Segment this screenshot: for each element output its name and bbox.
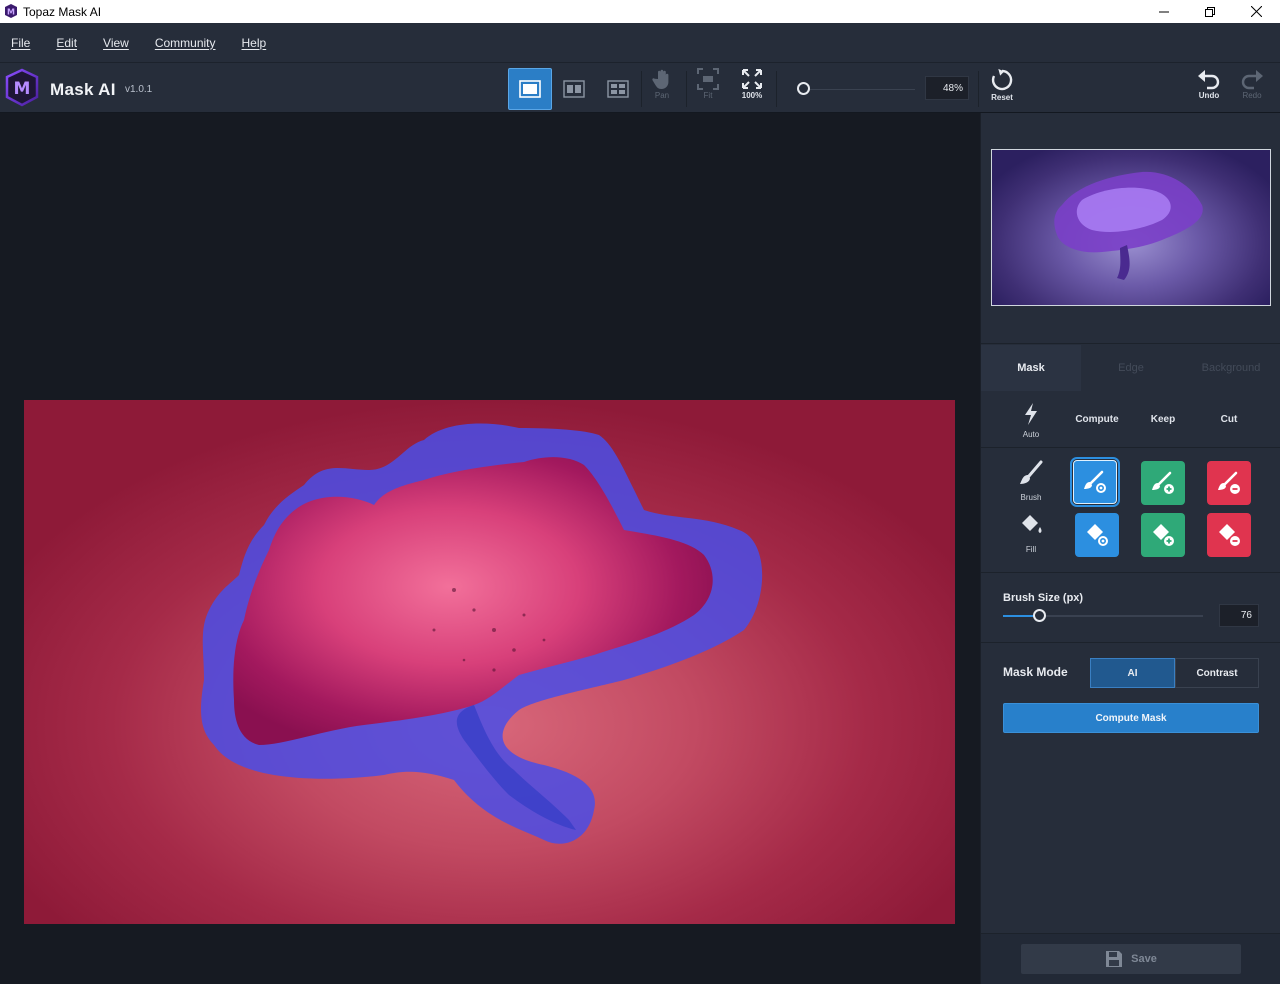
brush-size-slider-knob[interactable] [1032,609,1046,622]
mask-ai-logo: M [5,68,39,107]
cut-column-label: Cut [1220,414,1238,425]
compute-column-label: Compute [1075,414,1119,425]
keep-fill-button[interactable] [1141,513,1185,557]
panel-divider [981,447,1280,448]
window-title: Topaz Mask AI [23,5,102,19]
side-by-side-view-icon [607,80,629,98]
panel-divider [981,642,1280,643]
right-panel: Mask Edge Background Auto Compute Keep C… [980,113,1280,984]
split-view-button[interactable] [552,68,596,110]
pan-button[interactable]: Pan [640,68,684,110]
menu-help[interactable]: Help [235,36,274,50]
mask-overlay [201,423,763,844]
tab-background[interactable]: Background [1181,345,1280,391]
close-button[interactable] [1233,0,1279,23]
zoom-slider-knob[interactable] [797,82,810,95]
side-by-side-view-button[interactable] [596,68,640,110]
save-label: Save [1131,953,1157,965]
auto-label: Auto [1022,430,1040,439]
fill-label: Fill [1025,545,1037,554]
svg-text:M: M [14,79,31,99]
reset-button[interactable]: Reset [980,68,1024,110]
lightning-icon [1025,403,1037,425]
brush-cut-icon [1218,471,1240,494]
preview-image [1054,171,1203,280]
fill-tool[interactable]: Fill [1011,513,1051,557]
fit-icon [697,68,719,90]
brush-size-label: Brush Size (px) [1003,592,1084,604]
single-view-icon [519,80,541,98]
brush-label: Brush [1020,493,1042,502]
app-version: v1.0.1 [125,84,153,95]
redo-label: Redo [1242,91,1262,100]
app-name: Mask AI [50,80,116,99]
fit-button[interactable]: Fit [686,68,730,110]
canvas-area[interactable] [0,113,980,984]
fill-compute-icon [1087,524,1108,546]
cut-fill-button[interactable] [1207,513,1251,557]
brush-compute-icon [1084,470,1106,493]
brush-keep-icon [1152,471,1174,494]
app-icon: M [5,4,17,18]
keep-brush-button[interactable] [1141,461,1185,505]
undo-button[interactable]: Undo [1187,68,1231,110]
menu-edit[interactable]: Edit [49,36,84,50]
auto-button[interactable]: Auto [1011,401,1051,447]
mask-mode-contrast-button[interactable]: Contrast [1175,658,1259,688]
redo-button[interactable]: Redo [1230,68,1274,110]
keep-column-label: Keep [1150,414,1176,425]
tab-edge[interactable]: Edge [1081,345,1181,391]
hand-icon [652,69,669,89]
undo-label: Undo [1198,91,1220,100]
split-view-icon [563,80,585,98]
redo-icon [1241,70,1263,90]
single-view-button[interactable] [508,68,552,110]
pan-label: Pan [654,91,670,100]
menu-view[interactable]: View [96,36,136,50]
brush-icon [1020,460,1043,484]
brush-tool[interactable]: Brush [1011,460,1051,504]
zoom-value-field[interactable]: 48% [925,76,969,100]
undo-icon [1198,70,1220,90]
fit-label: Fit [703,91,713,100]
minimize-button[interactable] [1141,0,1187,23]
title-bar: M Topaz Mask AI [0,0,1280,23]
panel-divider [981,572,1280,573]
panel-tabs: Mask Edge Background [981,345,1280,391]
restore-icon [1205,6,1215,17]
save-button[interactable]: Save [1021,944,1241,974]
svg-text:M: M [7,8,15,17]
mask-mode-label: Mask Mode [1003,665,1068,679]
reset-icon [991,68,1013,91]
fill-keep-icon [1153,524,1174,546]
toolbar-separator [978,71,979,107]
fill-bucket-icon [1022,515,1042,533]
restore-button[interactable] [1187,0,1233,23]
cut-brush-button[interactable] [1207,461,1251,505]
compute-brush-button[interactable] [1070,457,1120,507]
brush-size-input[interactable]: 76 [1219,604,1259,627]
panel-divider [981,343,1280,344]
fill-cut-icon [1219,524,1240,546]
photo-canvas[interactable] [24,400,955,924]
close-icon [1250,6,1262,17]
navigator-preview[interactable] [991,149,1271,306]
menu-bar: File Edit View Community Help [0,23,1280,62]
zoom-100-label: 100% [741,91,763,100]
save-icon [1106,951,1123,967]
minimize-icon [1159,11,1169,12]
expand-icon [742,69,762,89]
toolbar: M Mask AI v1.0.1 Pan Fit 100% Reset Undo… [0,62,1280,113]
menu-community[interactable]: Community [148,36,223,50]
zoom-slider-track[interactable] [800,89,915,90]
zoom-100-button[interactable]: 100% [730,68,774,110]
compute-fill-button[interactable] [1075,513,1119,557]
mask-mode-ai-button[interactable]: AI [1090,658,1175,688]
menu-file[interactable]: File [4,36,37,50]
toolbar-separator [776,71,777,107]
reset-label: Reset [991,93,1013,102]
tab-mask[interactable]: Mask [981,345,1081,391]
compute-mask-button[interactable]: Compute Mask [1003,703,1259,733]
